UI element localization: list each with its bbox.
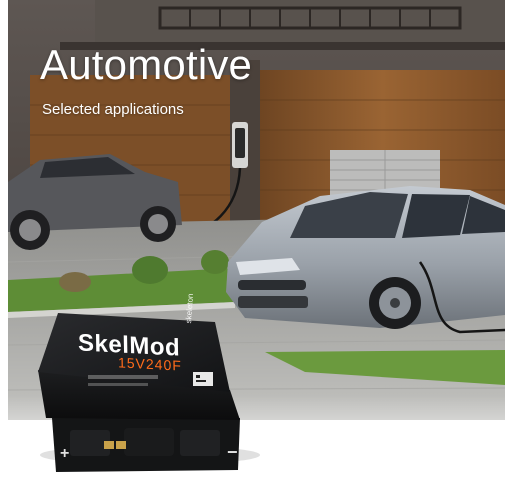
- ev-grille: [238, 280, 306, 290]
- hero-subtitle: Selected applications: [42, 101, 184, 118]
- house-upper-wall: [95, 0, 505, 42]
- automotive-hero-image: + − Automotive Selected applications Ske…: [0, 0, 505, 478]
- shrub-1: [132, 256, 168, 284]
- shrub-2: [201, 250, 229, 274]
- svg-text:−: −: [227, 442, 238, 462]
- module-model-label: 15V240F: [117, 354, 182, 374]
- shrub-3: [59, 272, 91, 292]
- svg-text:+: +: [60, 445, 69, 462]
- hero-title: Automotive: [40, 41, 253, 88]
